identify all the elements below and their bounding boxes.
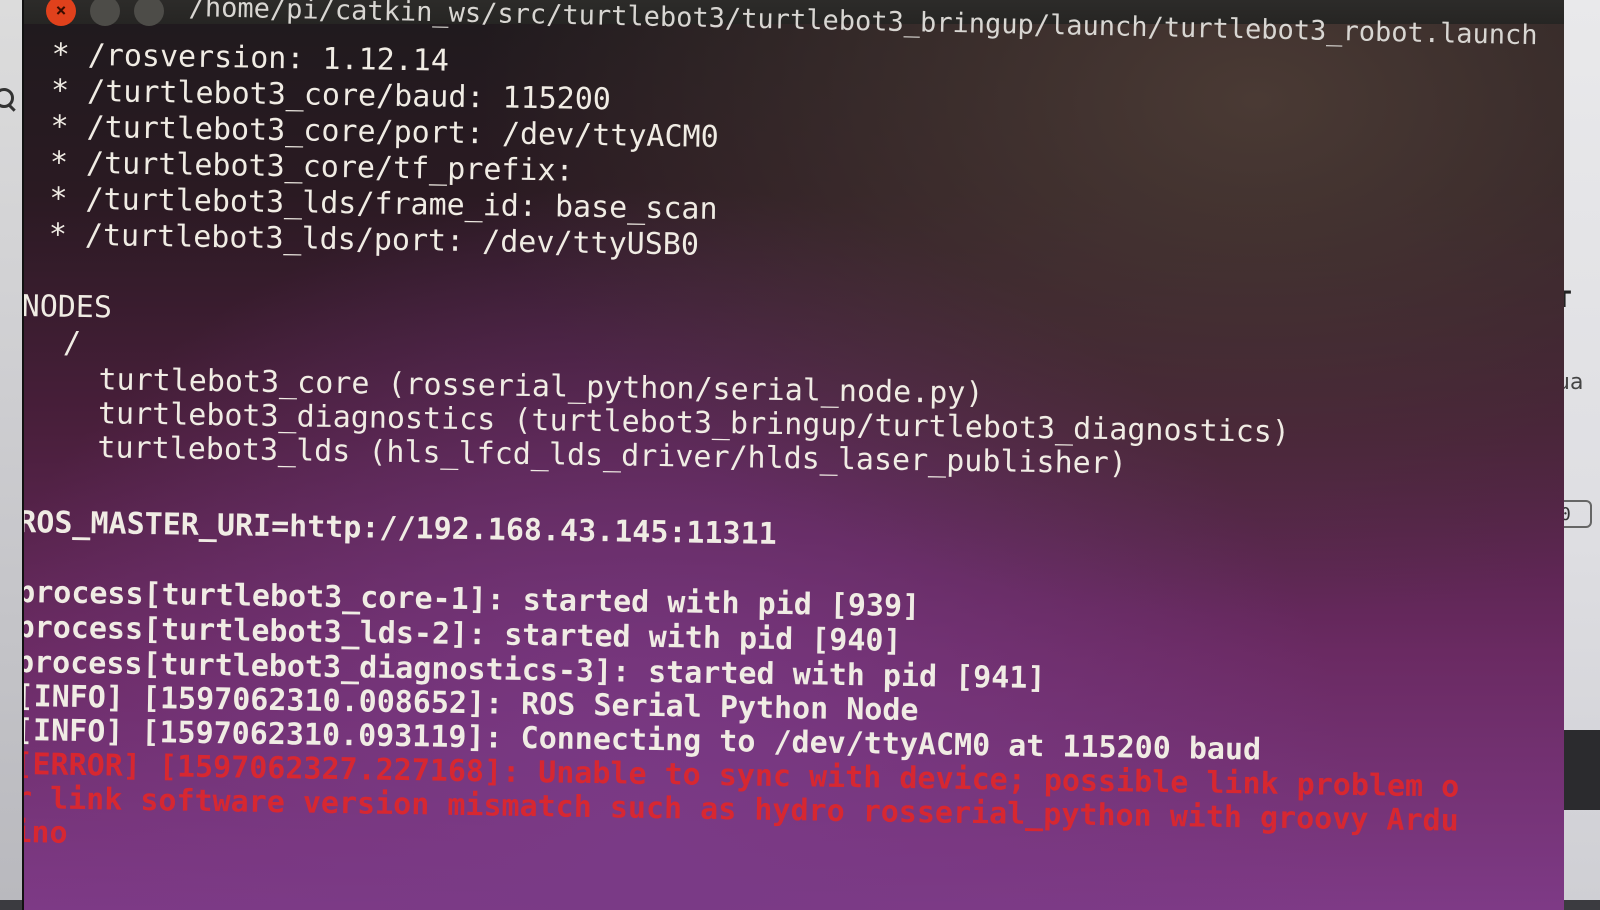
minimize-icon[interactable]: [90, 0, 120, 26]
param-line: * /turtlebot3_lds/port: /dev/ttyUSB0: [48, 217, 700, 263]
terminal-window[interactable]: × /home/pi/catkin_ws/src/turtlebot3/turt…: [22, 0, 1564, 910]
nodes-namespace: /: [62, 325, 82, 361]
title-bar[interactable]: × /home/pi/catkin_ws/src/turtlebot3/turt…: [24, 0, 1564, 51]
param-line: * /rosversion: 1.12.14: [51, 37, 450, 79]
param-line: * /turtlebot3_core/baud: 115200: [50, 73, 612, 118]
maximize-icon[interactable]: [134, 0, 164, 26]
error-line: ino: [22, 814, 68, 851]
param-line: * /turtlebot3_core/tf_prefix:: [49, 145, 574, 189]
close-icon[interactable]: ×: [46, 0, 76, 26]
nodes-header: NODES: [22, 288, 113, 326]
search-icon[interactable]: [0, 88, 14, 108]
master-uri: ROS_MASTER_URI=http://192.168.43.145:113…: [22, 504, 778, 552]
